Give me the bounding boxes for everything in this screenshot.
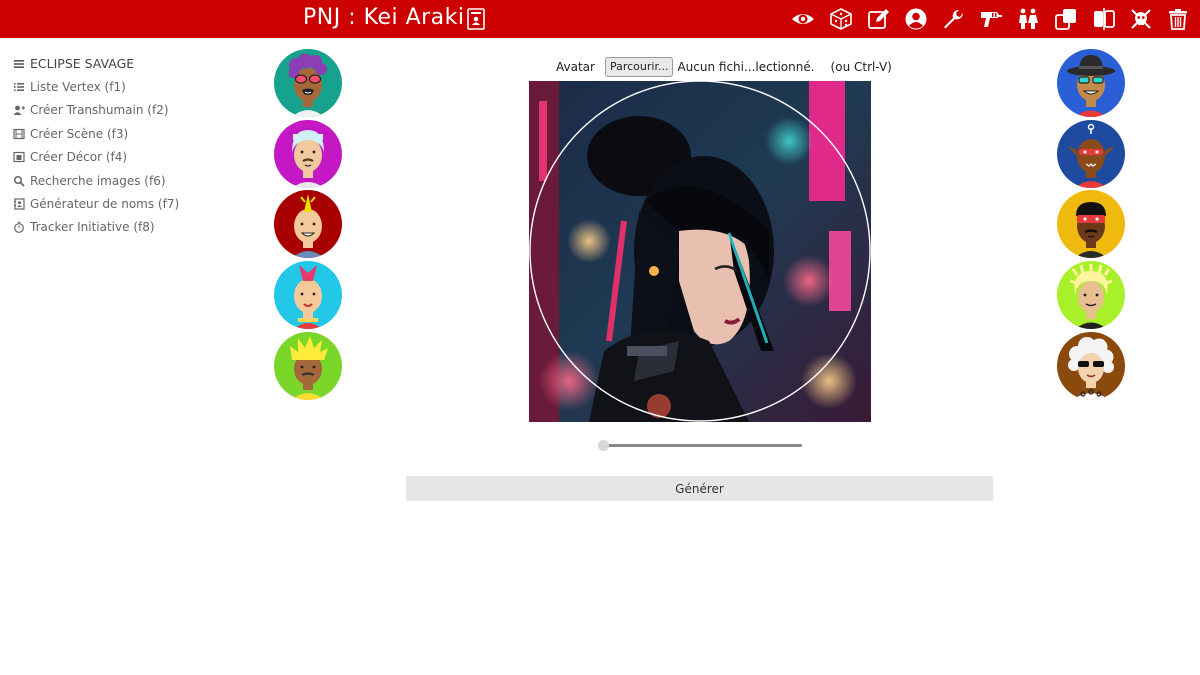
- avatar-upload-label: Avatar: [556, 60, 595, 74]
- avatar-alien[interactable]: [1057, 120, 1125, 188]
- duplicate-icon[interactable]: [1053, 7, 1079, 31]
- browse-button[interactable]: Parcourir...: [604, 57, 674, 77]
- slider-track: [602, 444, 802, 447]
- avatar-red-visor[interactable]: [1057, 190, 1125, 258]
- avatar-preview-image[interactable]: [529, 81, 871, 422]
- avatar-mohawk-yellow[interactable]: [274, 190, 342, 258]
- edit-icon[interactable]: [866, 7, 892, 31]
- people-icon[interactable]: [1015, 7, 1041, 31]
- sidebar-item-label: Générateur de noms (f7): [30, 197, 180, 212]
- user-plus-icon: [13, 106, 25, 116]
- sidebar-item-tracker-initiative[interactable]: Tracker Initiative (f8): [13, 216, 233, 239]
- raygun-icon[interactable]: [978, 7, 1004, 31]
- avatar-spiky-blond[interactable]: [274, 332, 342, 400]
- slider-thumb[interactable]: [598, 440, 609, 451]
- menu-icon: [14, 59, 24, 68]
- avatar-purple-hair[interactable]: [274, 49, 342, 117]
- trash-icon[interactable]: [1165, 7, 1191, 31]
- zoom-slider[interactable]: [598, 438, 804, 454]
- split-icon[interactable]: [1091, 7, 1117, 31]
- dice-icon[interactable]: [828, 7, 854, 31]
- window-icon: [13, 152, 25, 163]
- sidebar-item-label: Tracker Initiative (f8): [30, 220, 155, 235]
- paste-hint: (ou Ctrl-V): [830, 60, 892, 74]
- sidebar-item-label: Recherche images (f6): [30, 173, 166, 188]
- avatar-white-afro[interactable]: [1057, 332, 1125, 400]
- sidebar-item-generateur-noms[interactable]: Générateur de noms (f7): [13, 192, 233, 215]
- film-icon: [13, 128, 25, 139]
- eye-icon[interactable]: [790, 7, 816, 31]
- sidebar-item-creer-decor[interactable]: Créer Décor (f4): [13, 146, 233, 169]
- character-card-icon[interactable]: [466, 8, 486, 30]
- sidebar-item-eclipse-savage[interactable]: ECLIPSE SAVAGE: [13, 52, 233, 75]
- file-name-text: Aucun fichi...lectionné.: [677, 60, 815, 74]
- sidebar-item-label: ECLIPSE SAVAGE: [30, 56, 135, 72]
- sidebar-item-label: Créer Décor (f4): [30, 150, 128, 165]
- sidebar-item-liste-vertex[interactable]: Liste Vertex (f1): [13, 75, 233, 98]
- avatar-fedora[interactable]: [1057, 49, 1125, 117]
- top-bar: PNJ : Kei Araki: [0, 0, 1200, 38]
- stopwatch-icon: [14, 222, 24, 234]
- list-icon: [14, 83, 24, 92]
- avatar-upload-row: Avatar Parcourir... Aucun fichi...lectio…: [556, 57, 892, 77]
- skull-crossbones-icon[interactable]: [1128, 7, 1154, 31]
- sidebar-item-label: Créer Transhumain (f2): [30, 103, 169, 118]
- wrench-icon[interactable]: [941, 7, 967, 31]
- avatar-red-mohawk[interactable]: [274, 261, 342, 329]
- sidebar-item-label: Liste Vertex (f1): [30, 80, 126, 95]
- avatar-crop-preview: [529, 81, 871, 422]
- sidebar-item-creer-scene[interactable]: Créer Scène (f3): [13, 122, 233, 145]
- avatar-white-hair[interactable]: [274, 120, 342, 188]
- avatar-dreadlocks[interactable]: [1057, 261, 1125, 329]
- sidebar-item-label: Créer Scène (f3): [30, 126, 129, 141]
- search-icon: [13, 175, 25, 187]
- generate-button[interactable]: Générer: [406, 476, 993, 501]
- sidebar-item-creer-transhumain[interactable]: Créer Transhumain (f2): [13, 99, 233, 122]
- sidebar-item-recherche-images[interactable]: Recherche images (f6): [13, 169, 233, 192]
- page-title: PNJ : Kei Araki: [303, 5, 465, 30]
- user-circle-icon[interactable]: [903, 7, 929, 31]
- address-book-icon: [14, 198, 25, 210]
- sidebar: ECLIPSE SAVAGE Liste Vertex (f1) Créer T…: [13, 52, 233, 239]
